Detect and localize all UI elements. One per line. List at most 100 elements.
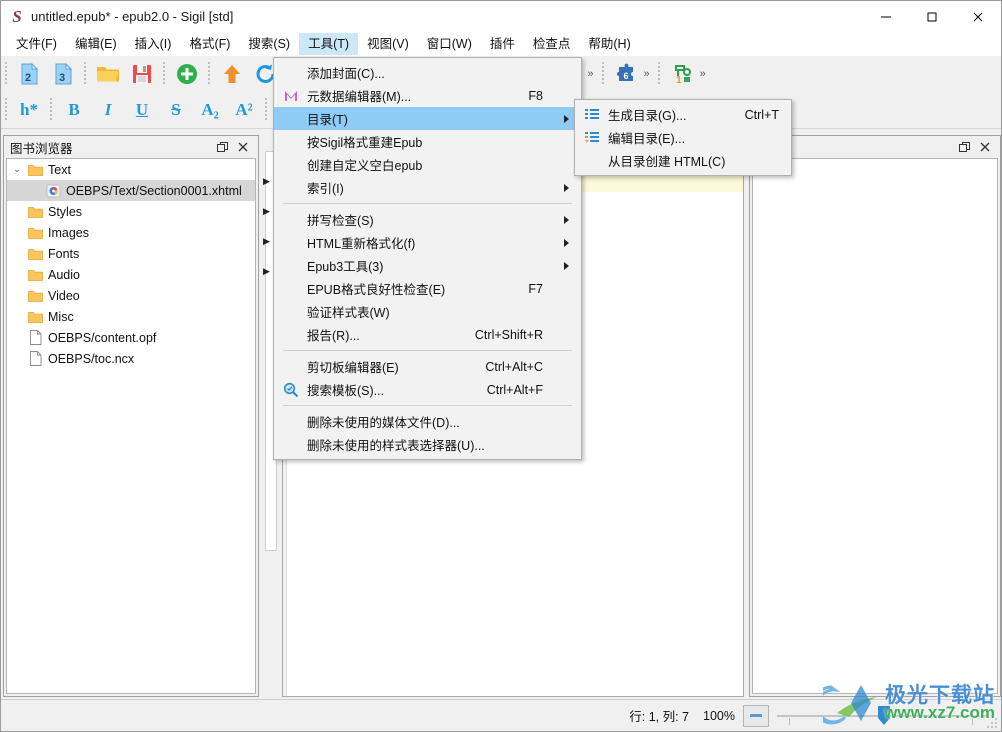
menu-window[interactable]: 窗口(W) [418,33,481,55]
book-browser-tree[interactable]: ⌄ Text OEBPS/Text/Section0001.xhtml Styl… [6,158,256,694]
menu-item-toc[interactable]: 目录(T) [274,107,581,130]
tree-item-styles[interactable]: Styles [7,201,255,222]
tree-item-section0001[interactable]: OEBPS/Text/Section0001.xhtml [7,180,255,201]
maximize-button[interactable] [909,1,955,32]
heading-button[interactable]: h* [12,95,46,125]
menu-plugins[interactable]: 插件 [481,33,524,55]
menu-edit[interactable]: 编辑(E) [66,33,126,55]
toolbar-grip-3[interactable] [161,62,168,86]
tree-expander-text[interactable]: ⌄ [9,159,25,180]
menu-item-reports[interactable]: 报告(R)... Ctrl+Shift+R [274,323,581,346]
menu-item-validate-stylesheets[interactable]: 验证样式表(W) [274,300,581,323]
zoom-slider[interactable] [777,705,987,727]
fold-marker-icon[interactable]: ▶ [263,266,270,277]
preview-panel-body[interactable] [752,158,998,694]
tools-menu-dropdown[interactable]: 添加封面(C)... 元数据编辑器(M)... F8 目录(T) 按Sigil格… [273,57,582,460]
minimize-button[interactable] [863,1,909,32]
tree-item-toc-ncx[interactable]: OEBPS/toc.ncx [7,348,255,369]
toolbar-grip-4[interactable] [206,62,213,86]
menu-checkpoints[interactable]: 检查点 [524,33,580,55]
save-file-button[interactable] [125,59,159,89]
book-browser-close-button[interactable] [234,138,252,156]
open-file-button[interactable] [91,59,125,89]
close-button[interactable] [955,1,1001,32]
superscript-button[interactable]: A² [227,95,261,125]
menu-tools[interactable]: 工具(T) [299,33,359,55]
menu-item-epub-wellformed-check[interactable]: EPUB格式良好性检查(E) F7 [274,277,581,300]
bold-button[interactable]: B [57,95,91,125]
menu-item-spellcheck[interactable]: 拼写检查(S) [274,208,581,231]
menu-format[interactable]: 格式(F) [180,33,239,55]
new-epub2-button[interactable]: 2 [12,59,46,89]
folder-icon [25,226,45,240]
plugin-manager-button[interactable]: 1 [665,59,699,89]
tree-item-images[interactable]: Images [7,222,255,243]
upload-button[interactable] [215,59,249,89]
menu-item-label: 删除未使用的样式表选择器(U)... [307,439,485,453]
submenu-item-create-html-toc[interactable]: 从目录创建 HTML(C) [575,149,791,172]
menu-item-add-cover[interactable]: 添加封面(C)... [274,61,581,84]
menu-help[interactable]: 帮助(H) [579,33,639,55]
toc-submenu[interactable]: 生成目录(G)... Ctrl+T 编辑目录(E)... 从目录创建 HTML(… [574,99,792,176]
format-toolbar-grip-3[interactable] [263,98,270,122]
plugin6-overflow-chevron-icon[interactable]: » [643,68,654,80]
menu-item-clipboard-editor[interactable]: 剪切板编辑器(E) Ctrl+Alt+C [274,355,581,378]
new-epub3-button[interactable]: 3 [46,59,80,89]
tree-label-toc-ncx: OEBPS/toc.ncx [48,351,135,366]
format-toolbar-grip[interactable] [3,98,10,122]
add-existing-file-button[interactable] [170,59,204,89]
strikethrough-button[interactable]: S [159,95,193,125]
tree-item-video[interactable]: Video [7,285,255,306]
submenu-item-edit-toc[interactable]: 编辑目录(E)... [575,126,791,149]
menu-item-create-blank-epub[interactable]: 创建自定义空白epub [274,153,581,176]
italic-button[interactable]: I [91,95,125,125]
toolbar-grip-12[interactable] [655,62,663,86]
menu-item-html-reformat[interactable]: HTML重新格式化(f) [274,231,581,254]
tree-item-text[interactable]: ⌄ Text [7,159,255,180]
menu-item-delete-unused-media[interactable]: 删除未使用的媒体文件(D)... [274,410,581,433]
tree-label-styles: Styles [48,204,83,219]
tree-item-content-opf[interactable]: OEBPS/content.opf [7,327,255,348]
menu-item-saved-searches[interactable]: 搜索模板(S)... Ctrl+Alt+F [274,378,581,401]
tree-item-fonts[interactable]: Fonts [7,243,255,264]
zoom-slider-handle[interactable] [877,705,891,726]
fold-marker-icon[interactable]: ▶ [263,236,270,247]
tree-item-misc[interactable]: Misc [7,306,255,327]
svg-text:6: 6 [623,71,628,81]
tree-item-audio[interactable]: Audio [7,264,255,285]
zoom-reset-button[interactable] [743,704,769,727]
pluginmgr-overflow-chevron-icon[interactable]: » [699,68,710,80]
folder-icon [25,289,45,303]
subscript-button[interactable]: A₂ [193,95,227,125]
book-browser-float-button[interactable] [214,138,232,156]
preview-float-button[interactable] [956,138,974,156]
resize-grip[interactable] [986,716,998,728]
svg-text:2: 2 [25,72,31,84]
toolbar-grip[interactable] [3,62,10,86]
menu-item-label: 剪切板编辑器(E) [307,361,399,375]
menu-view[interactable]: 视图(V) [358,33,418,55]
menu-item-metadata-editor[interactable]: 元数据编辑器(M)... F8 [274,84,581,107]
preview-close-button[interactable] [976,138,994,156]
format-toolbar-grip-2[interactable] [48,98,55,122]
plugin1-overflow-chevron-icon[interactable]: » [586,68,597,80]
menu-item-label: 添加封面(C)... [307,67,385,81]
menu-file[interactable]: 文件(F) [7,33,66,55]
toolbar-grip-11[interactable] [599,62,607,86]
fold-marker-icon[interactable]: ▶ [263,206,270,217]
submenu-item-generate-toc[interactable]: 生成目录(G)... Ctrl+T [575,103,791,126]
sigil-main-window: S untitled.epub* - epub2.0 - Sigil [std]… [0,0,1002,732]
menu-insert[interactable]: 插入(I) [126,33,181,55]
menu-search[interactable]: 搜索(S) [239,33,299,55]
menu-separator [283,405,572,406]
menu-item-rebuild-epub[interactable]: 按Sigil格式重建Epub [274,130,581,153]
fold-marker-icon[interactable]: ▶ [263,176,270,187]
menu-item-epub3-tools[interactable]: Epub3工具(3) [274,254,581,277]
submenu-arrow-icon [564,114,569,123]
plugin6-button[interactable]: 6 [609,59,643,89]
menu-item-index[interactable]: 索引(I) [274,176,581,199]
menu-item-delete-unused-selectors[interactable]: 删除未使用的样式表选择器(U)... [274,433,581,456]
italic-label: I [104,100,112,119]
toolbar-grip-2[interactable] [82,62,89,86]
underline-button[interactable]: U [125,95,159,125]
